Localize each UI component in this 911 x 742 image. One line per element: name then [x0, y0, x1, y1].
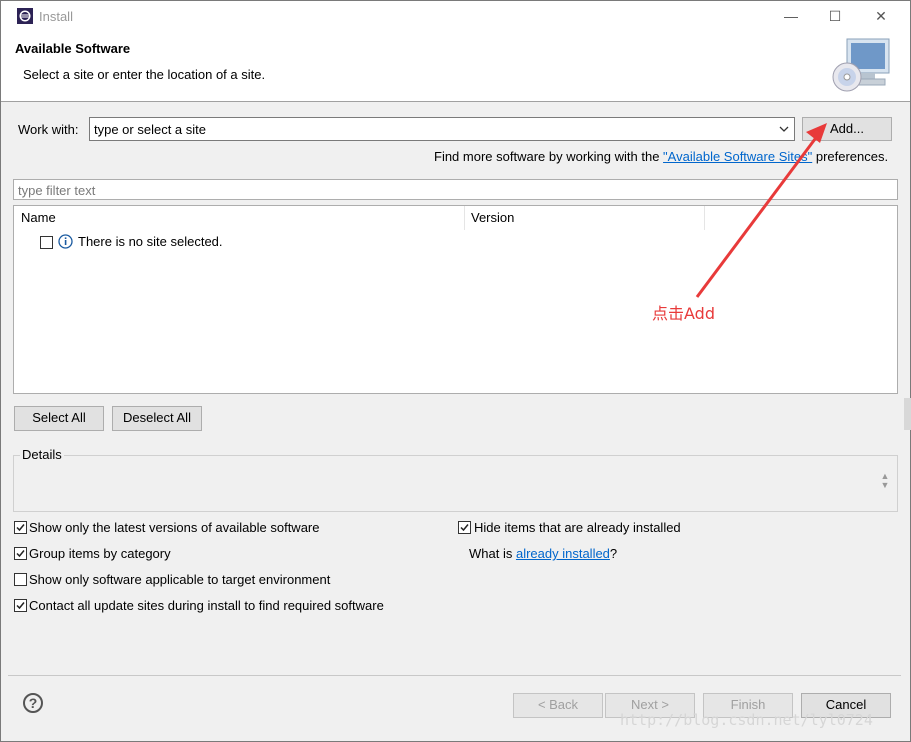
checkmark-icon: [460, 524, 469, 532]
column-divider[interactable]: [704, 206, 705, 230]
what-is-suffix: ?: [609, 546, 618, 561]
row-checkbox[interactable]: [40, 236, 53, 249]
available-sites-link[interactable]: "Available Software Sites": [663, 149, 812, 164]
column-divider[interactable]: [464, 206, 465, 230]
page-subtitle: Select a site or enter the location of a…: [23, 67, 266, 82]
software-table[interactable]: Name Version There is no site selected.: [13, 205, 898, 394]
chevron-down-icon[interactable]: [778, 122, 790, 136]
hide-installed-label: Hide items that are already installed: [474, 520, 681, 535]
checkmark-icon: [16, 602, 25, 610]
details-spinner[interactable]: ▲ ▼: [878, 472, 892, 492]
add-button[interactable]: Add...: [802, 117, 892, 141]
target-env-checkbox[interactable]: [14, 573, 27, 586]
help-icon[interactable]: ?: [23, 693, 43, 713]
what-is-installed: What is already installed?: [469, 546, 617, 561]
deselect-all-button[interactable]: Deselect All: [112, 406, 202, 431]
work-with-value: type or select a site: [94, 122, 206, 137]
group-by-category-checkbox[interactable]: [14, 547, 27, 560]
page-title: Available Software: [15, 41, 131, 56]
contact-sites-checkbox[interactable]: [14, 599, 27, 612]
watermark: http://blog.csdn.net/lyl0724: [620, 711, 873, 729]
column-version[interactable]: Version: [471, 210, 514, 225]
cd-computer-icon: [832, 38, 890, 92]
select-all-button[interactable]: Select All: [14, 406, 104, 431]
target-env-label: Show only software applicable to target …: [29, 572, 331, 587]
column-name[interactable]: Name: [21, 210, 56, 225]
window-title: Install: [39, 9, 73, 24]
scrollbar-edge: [904, 398, 911, 430]
latest-versions-label: Show only the latest versions of availab…: [29, 520, 320, 535]
already-installed-link[interactable]: already installed: [516, 546, 610, 561]
minimize-button[interactable]: —: [776, 5, 806, 27]
close-button[interactable]: ✕: [866, 5, 896, 27]
find-more-suffix: preferences.: [812, 149, 889, 164]
latest-versions-checkbox[interactable]: [14, 521, 27, 534]
wizard-header: Available Software Select a site or ente…: [1, 31, 910, 102]
eclipse-icon: [17, 8, 33, 24]
footer-divider: [8, 675, 901, 676]
work-with-combo[interactable]: type or select a site: [89, 117, 795, 141]
contact-sites-label: Contact all update sites during install …: [29, 598, 384, 613]
table-header: Name Version: [14, 206, 897, 230]
work-with-label: Work with:: [18, 122, 79, 137]
group-by-category-label: Group items by category: [29, 546, 171, 561]
empty-message: There is no site selected.: [78, 234, 223, 249]
find-more-prefix: Find more software by working with the: [434, 149, 664, 164]
maximize-button[interactable]: ☐: [820, 5, 850, 27]
details-title: Details: [20, 447, 64, 462]
back-button[interactable]: < Back: [513, 693, 603, 718]
info-icon: [58, 234, 73, 249]
annotation-text: 点击Add: [652, 304, 715, 323]
checkmark-icon: [16, 524, 25, 532]
what-is-prefix: What is: [469, 546, 516, 561]
hide-installed-checkbox[interactable]: [458, 521, 471, 534]
filter-input[interactable]: [16, 181, 880, 200]
filter-field[interactable]: [13, 179, 898, 200]
checkmark-icon: [16, 550, 25, 558]
details-group: [13, 455, 898, 512]
title-bar: Install — ☐ ✕: [1, 1, 910, 31]
find-more-text: Find more software by working with the "…: [434, 149, 888, 164]
